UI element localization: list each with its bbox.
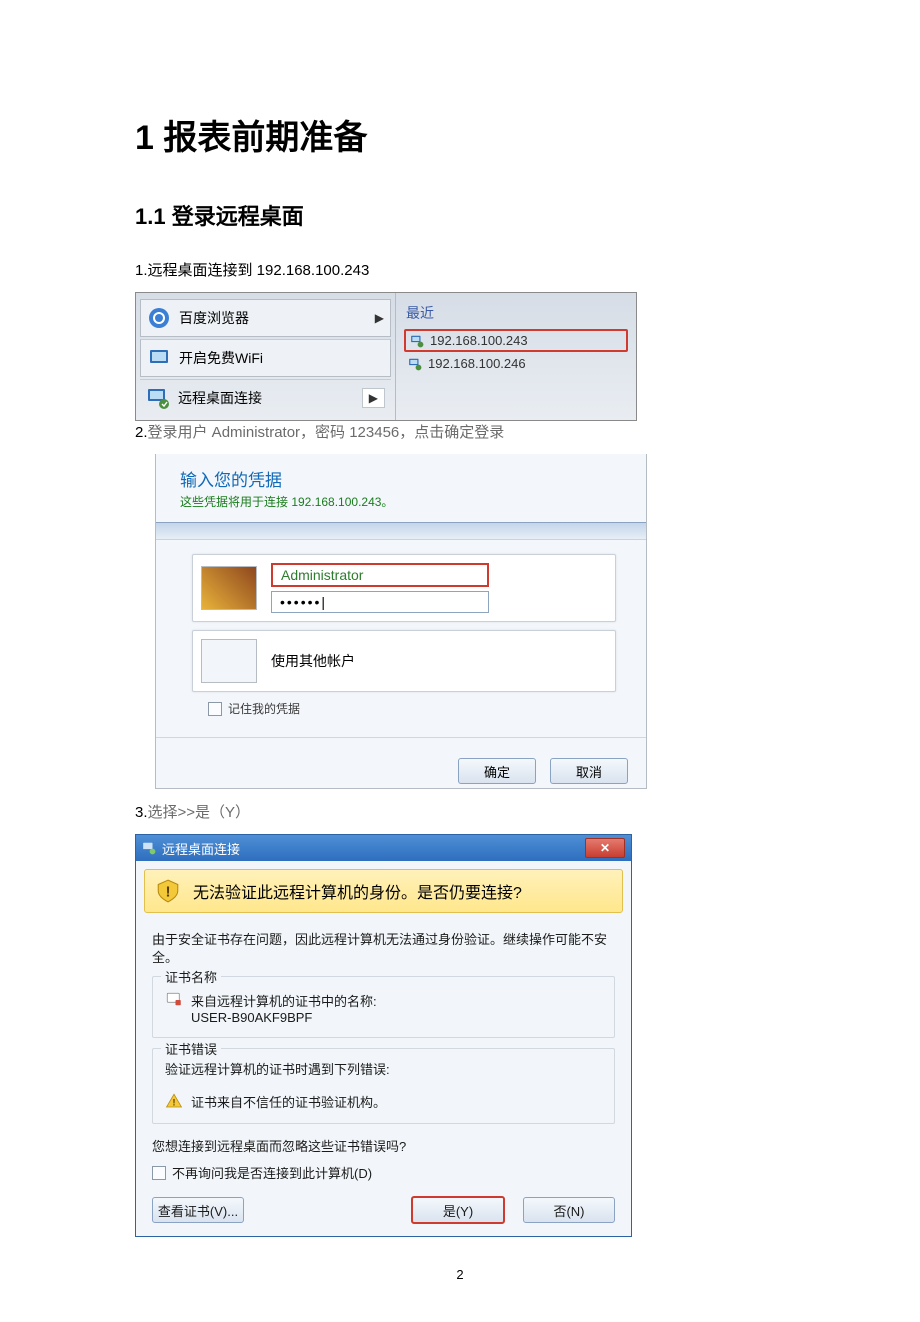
- cred-subtitle: 这些凭据将用于连接 192.168.100.243。: [180, 493, 628, 510]
- submenu-arrow-icon: ▶: [375, 311, 384, 325]
- menu-item-label: 开启免费WiFi: [179, 348, 263, 368]
- recent-item-1[interactable]: 192.168.100.243: [404, 329, 628, 352]
- warning-triangle-icon: !: [165, 1092, 183, 1110]
- password-field[interactable]: ••••••|: [271, 591, 489, 613]
- warning-banner: ! 无法验证此远程计算机的身份。是否仍要连接?: [144, 869, 623, 913]
- view-cert-button[interactable]: 查看证书(V)...: [152, 1197, 244, 1223]
- cert-name-label: 来自远程计算机的证书中的名称:: [191, 991, 377, 1010]
- screenshot-credentials: 输入您的凭据 这些凭据将用于连接 192.168.100.243。 Admini…: [155, 454, 647, 789]
- remember-label: 记住我的凭据: [228, 700, 300, 717]
- menu-item-wifi[interactable]: 开启免费WiFi: [140, 339, 391, 377]
- step-2: 2.登录用户 Administrator，密码 123456，点击确定登录: [135, 421, 785, 442]
- recent-address-text: 192.168.100.246: [428, 356, 526, 371]
- menu-item-baidu[interactable]: 百度浏览器 ▶: [140, 299, 391, 337]
- other-account-label: 使用其他帐户: [271, 651, 355, 671]
- warning-text: 无法验证此远程计算机的身份。是否仍要连接?: [193, 879, 522, 903]
- cred-tile-other[interactable]: 使用其他帐户: [192, 630, 616, 692]
- group-legend: 证书名称: [161, 967, 221, 986]
- cert-body-text: 由于安全证书存在问题，因此远程计算机无法通过身份验证。继续操作可能不安全。: [152, 931, 615, 966]
- step-3-num: 3.: [135, 804, 148, 821]
- recent-address-text: 192.168.100.243: [430, 333, 528, 348]
- username-field[interactable]: Administrator: [271, 563, 489, 587]
- avatar-blank-icon: [201, 639, 257, 683]
- step-3: 3.选择>>是（Y）: [135, 801, 785, 822]
- rdp-icon: [408, 357, 422, 371]
- svg-text:!: !: [173, 1098, 176, 1108]
- heading-1: 1 报表前期准备: [135, 110, 785, 159]
- menu-item-label: 远程桌面连接: [178, 388, 262, 408]
- recent-item-2[interactable]: 192.168.100.246: [404, 352, 628, 375]
- page-number: 2: [135, 1267, 785, 1282]
- wifi-icon: [147, 346, 171, 370]
- group-cert-name: 证书名称 来自远程计算机的证书中的名称: USER-B90AKF9BPF: [152, 976, 615, 1038]
- dialog-titlebar: 远程桌面连接 ✕: [136, 835, 631, 861]
- start-menu-recent: 最近 192.168.100.243 192.168.100.246: [396, 293, 636, 420]
- dialog-title-text: 远程桌面连接: [162, 839, 240, 858]
- cert-name-value: USER-B90AKF9BPF: [191, 1010, 377, 1025]
- no-button[interactable]: 否(N): [523, 1197, 615, 1223]
- baidu-icon: [147, 306, 171, 330]
- group-legend: 证书错误: [161, 1039, 221, 1058]
- rdp-icon: [142, 841, 156, 855]
- group-cert-error: 证书错误 验证远程计算机的证书时遇到下列错误: ! 证书来自不信任的证书验证机构…: [152, 1048, 615, 1124]
- step-1: 1.远程桌面连接到 192.168.100.243: [135, 259, 785, 280]
- screenshot-start-menu: 百度浏览器 ▶ 开启免费WiFi 远程桌面连接 ▶ 最近: [135, 292, 637, 421]
- checkbox-icon[interactable]: [152, 1166, 166, 1180]
- yes-button[interactable]: 是(Y): [411, 1196, 505, 1224]
- start-menu-left: 百度浏览器 ▶ 开启免费WiFi 远程桌面连接 ▶: [136, 293, 396, 420]
- dont-ask-label: 不再询问我是否连接到此计算机(D): [172, 1163, 372, 1182]
- screenshot-cert-warning: 远程桌面连接 ✕ ! 无法验证此远程计算机的身份。是否仍要连接? 由于安全证书存…: [135, 834, 632, 1237]
- cred-title: 输入您的凭据: [180, 466, 628, 491]
- close-button[interactable]: ✕: [585, 838, 625, 858]
- svg-text:!: !: [165, 883, 170, 900]
- remember-checkbox-row[interactable]: 记住我的凭据: [208, 700, 628, 717]
- divider: [156, 737, 646, 738]
- menu-item-label: 百度浏览器: [179, 308, 249, 328]
- cert-error-text: 证书来自不信任的证书验证机构。: [191, 1092, 386, 1111]
- menu-item-rdc[interactable]: 远程桌面连接 ▶: [140, 379, 391, 416]
- connect-question: 您想连接到远程桌面而忽略这些证书错误吗?: [152, 1136, 615, 1155]
- avatar-icon: [201, 566, 257, 610]
- cancel-button[interactable]: 取消: [550, 758, 628, 784]
- rdc-icon: [146, 386, 170, 410]
- step-2-num: 2.: [135, 424, 148, 441]
- heading-1-1: 1.1 登录远程桌面: [135, 199, 785, 231]
- submenu-arrow-icon: ▶: [362, 388, 385, 408]
- step-2-text: 登录用户 Administrator，密码 123456，点击确定登录: [148, 424, 505, 441]
- dont-ask-checkbox-row[interactable]: 不再询问我是否连接到此计算机(D): [152, 1163, 615, 1182]
- rdp-icon: [410, 334, 424, 348]
- step-3-text: 选择>>是（Y）: [148, 804, 251, 821]
- cert-error-intro: 验证远程计算机的证书时遇到下列错误:: [165, 1059, 602, 1078]
- checkbox-icon[interactable]: [208, 702, 222, 716]
- shield-warning-icon: !: [155, 878, 181, 904]
- cred-tile-admin[interactable]: Administrator ••••••|: [192, 554, 616, 622]
- certificate-icon: [165, 991, 183, 1009]
- recent-label: 最近: [406, 303, 628, 323]
- ok-button[interactable]: 确定: [458, 758, 536, 784]
